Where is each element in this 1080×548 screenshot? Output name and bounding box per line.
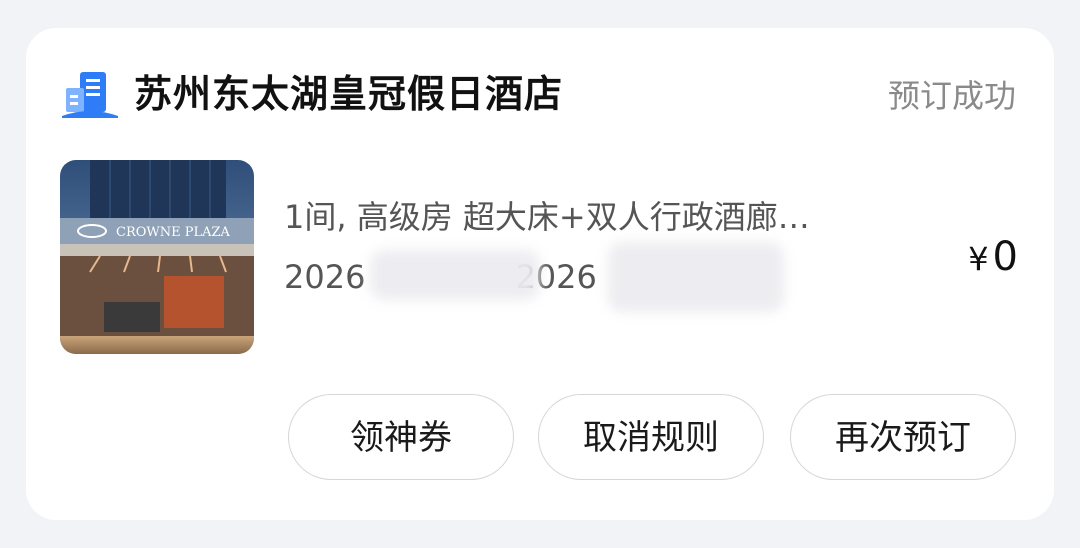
redaction-blur: [370, 250, 540, 300]
hotel-building-icon: [62, 70, 118, 118]
booking-status: 预订成功: [887, 77, 1016, 115]
order-price: ¥0: [968, 228, 1018, 288]
room-description: 1间, 高级房 超大床+双人行政酒廊…: [284, 198, 810, 236]
cancellation-rules-button[interactable]: 取消规则: [538, 394, 764, 480]
check-in-date: 2026: [284, 258, 366, 296]
hotel-photo[interactable]: CROWNE PLAZA: [60, 160, 254, 354]
currency-symbol: ¥: [968, 240, 989, 278]
claim-coupon-button[interactable]: 领神券: [288, 394, 514, 480]
hotel-name[interactable]: 苏州东太湖皇冠假日酒店: [134, 66, 563, 122]
book-again-button[interactable]: 再次预订: [790, 394, 1016, 480]
photo-brand-text: CROWNE PLAZA: [116, 225, 231, 240]
order-card[interactable]: 苏州东太湖皇冠假日酒店 预订成功 CROWNE PLAZA 1间, 高级房 超大…: [26, 28, 1054, 520]
price-value: 0: [992, 234, 1018, 280]
redaction-blur: [608, 242, 784, 312]
